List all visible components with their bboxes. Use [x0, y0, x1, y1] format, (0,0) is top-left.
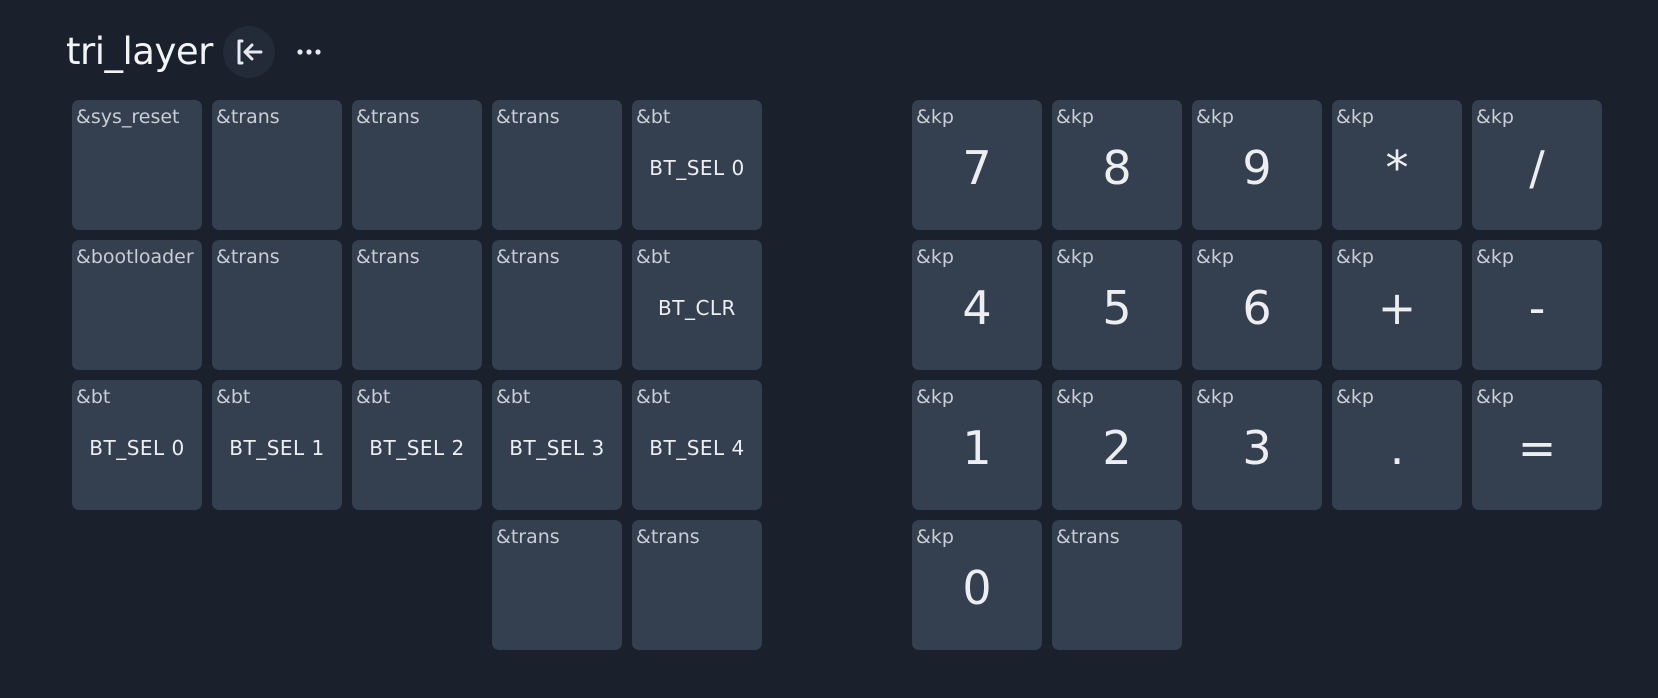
- left-key-10[interactable]: &bt BT_SEL 0: [72, 380, 202, 510]
- layer-name[interactable]: tri_layer: [66, 24, 213, 80]
- right-key-11[interactable]: &kp 2: [1052, 380, 1182, 510]
- key-param-label: /: [1529, 141, 1545, 195]
- key-param-label: BT_SEL 1: [229, 436, 325, 460]
- left-key-1[interactable]: &trans: [212, 100, 342, 230]
- key-param-label: -: [1528, 281, 1546, 335]
- exit-arrow-icon: [237, 39, 263, 65]
- left-key-7[interactable]: &trans: [352, 240, 482, 370]
- left-key-9[interactable]: &bt BT_CLR: [632, 240, 762, 370]
- key-behavior-label: &sys_reset: [76, 106, 180, 128]
- right-key-3[interactable]: &kp *: [1332, 100, 1462, 230]
- left-key-12[interactable]: &bt BT_SEL 2: [352, 380, 482, 510]
- layer-header: tri_layer: [66, 24, 327, 80]
- key-behavior-label: &trans: [636, 526, 700, 548]
- left-key-5[interactable]: &bootloader: [72, 240, 202, 370]
- key-param-label: BT_SEL 4: [649, 436, 745, 460]
- key-behavior-label: &trans: [216, 106, 280, 128]
- key-param-label: 7: [962, 141, 992, 195]
- key-param-label: .: [1389, 421, 1405, 475]
- right-key-2[interactable]: &kp 9: [1192, 100, 1322, 230]
- right-key-1[interactable]: &kp 8: [1052, 100, 1182, 230]
- key-behavior-label: &trans: [496, 106, 560, 128]
- right-key-12[interactable]: &kp 3: [1192, 380, 1322, 510]
- key-param-label: 6: [1242, 281, 1272, 335]
- right-key-15[interactable]: &kp 0: [912, 520, 1042, 650]
- right-key-9[interactable]: &kp -: [1472, 240, 1602, 370]
- key-behavior-label: &bootloader: [76, 246, 194, 268]
- left-key-4[interactable]: &bt BT_SEL 0: [632, 100, 762, 230]
- key-param-label: +: [1377, 281, 1417, 335]
- exit-layer-button[interactable]: [222, 26, 275, 78]
- left-key-13[interactable]: &bt BT_SEL 3: [492, 380, 622, 510]
- keymap-page: tri_layer &sys_reset &trans &trans &trans &b…: [0, 0, 1658, 698]
- more-options-button[interactable]: [291, 34, 327, 70]
- left-key-11[interactable]: &bt BT_SEL 1: [212, 380, 342, 510]
- key-param-label: 2: [1102, 421, 1132, 475]
- key-param-label: BT_CLR: [658, 296, 736, 320]
- left-key-16[interactable]: &trans: [632, 520, 762, 650]
- key-param-label: 1: [962, 421, 992, 475]
- right-key-10[interactable]: &kp 1: [912, 380, 1042, 510]
- right-key-7[interactable]: &kp 6: [1192, 240, 1322, 370]
- key-behavior-label: &trans: [356, 106, 420, 128]
- key-param-label: *: [1385, 141, 1409, 195]
- key-param-label: 4: [962, 281, 992, 335]
- key-param-label: BT_SEL 0: [649, 156, 745, 180]
- ellipsis-icon: [297, 49, 321, 55]
- left-key-14[interactable]: &bt BT_SEL 4: [632, 380, 762, 510]
- key-param-label: 5: [1102, 281, 1132, 335]
- left-key-0[interactable]: &sys_reset: [72, 100, 202, 230]
- key-param-label: =: [1517, 421, 1557, 475]
- key-param-label: 9: [1242, 141, 1272, 195]
- left-key-3[interactable]: &trans: [492, 100, 622, 230]
- right-key-14[interactable]: &kp =: [1472, 380, 1602, 510]
- key-behavior-label: &trans: [496, 526, 560, 548]
- key-param-label: BT_SEL 0: [89, 436, 185, 460]
- left-key-8[interactable]: &trans: [492, 240, 622, 370]
- right-key-16[interactable]: &trans: [1052, 520, 1182, 650]
- key-behavior-label: &trans: [496, 246, 560, 268]
- key-behavior-label: &trans: [216, 246, 280, 268]
- key-behavior-label: &trans: [356, 246, 420, 268]
- key-param-label: 8: [1102, 141, 1132, 195]
- key-param-label: BT_SEL 2: [369, 436, 465, 460]
- right-key-13[interactable]: &kp.: [1332, 380, 1462, 510]
- right-key-8[interactable]: &kp +: [1332, 240, 1462, 370]
- left-key-15[interactable]: &trans: [492, 520, 622, 650]
- right-key-4[interactable]: &kp /: [1472, 100, 1602, 230]
- right-key-5[interactable]: &kp 4: [912, 240, 1042, 370]
- key-behavior-label: &trans: [1056, 526, 1120, 548]
- left-key-2[interactable]: &trans: [352, 100, 482, 230]
- key-param-label: BT_SEL 3: [509, 436, 605, 460]
- left-key-6[interactable]: &trans: [212, 240, 342, 370]
- key-param-label: 3: [1242, 421, 1272, 475]
- right-key-6[interactable]: &kp 5: [1052, 240, 1182, 370]
- right-key-0[interactable]: &kp 7: [912, 100, 1042, 230]
- key-param-label: 0: [962, 561, 992, 615]
